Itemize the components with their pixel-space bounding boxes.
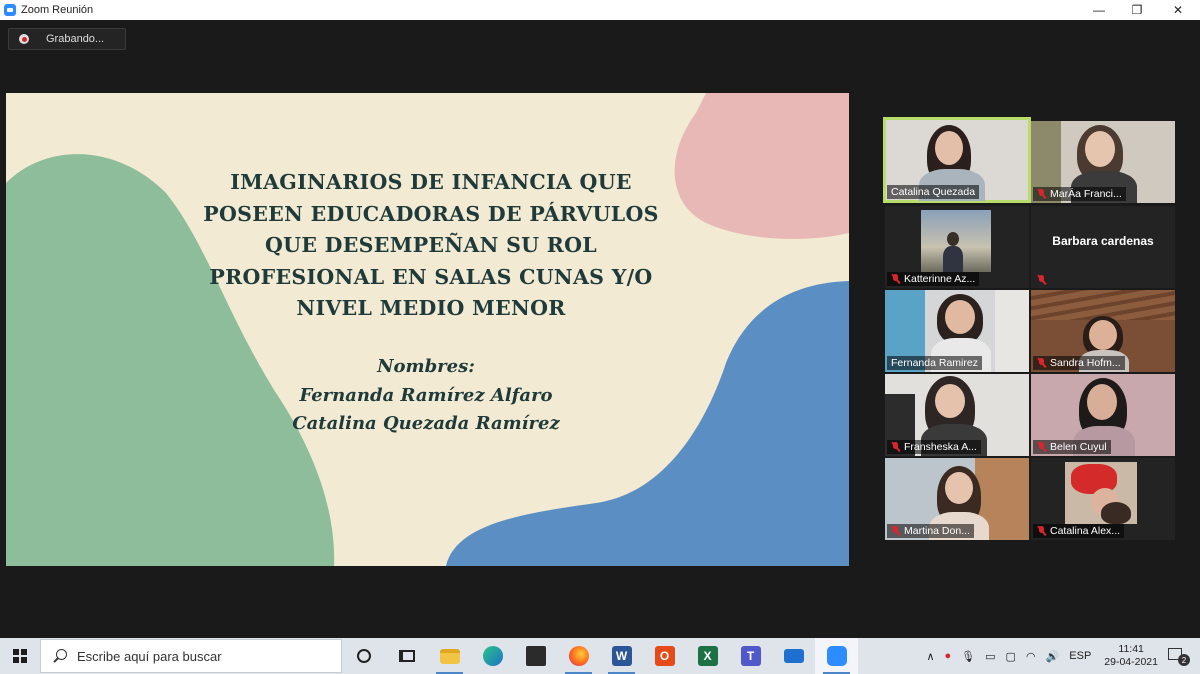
clock[interactable]: 11:41 29-04-2021: [1104, 643, 1158, 669]
participant-tile[interactable]: Sandra Hofm...: [1031, 290, 1175, 372]
clock-date: 29-04-2021: [1104, 656, 1158, 668]
window-titlebar: Zoom Reunión — ❐ ✕: [0, 0, 1200, 20]
muted-mic-icon: [891, 526, 900, 536]
participant-tile[interactable]: Fernanda Ramirez: [885, 290, 1029, 372]
store-icon: [525, 646, 546, 666]
start-button[interactable]: [0, 638, 40, 674]
mail-button[interactable]: [772, 638, 815, 674]
office-icon: O: [654, 646, 675, 666]
maximize-button[interactable]: ❐: [1119, 0, 1155, 20]
close-button[interactable]: ✕: [1160, 0, 1196, 20]
search-placeholder: Escribe aquí para buscar: [77, 648, 222, 664]
participant-tile[interactable]: Catalina Alex...: [1031, 458, 1175, 540]
file-explorer-button[interactable]: [428, 638, 471, 674]
windows-taskbar: Escribe aquí para buscar W O X T ∧ ● 🎙 ▭…: [0, 638, 1200, 674]
teams-button[interactable]: T: [729, 638, 772, 674]
slide-decoration: [6, 93, 849, 566]
clock-time: 11:41: [1118, 643, 1144, 655]
muted-mic-icon: [1037, 189, 1046, 199]
task-view-button[interactable]: [385, 638, 428, 674]
participant-name-display: Barbara cardenas: [1052, 234, 1154, 248]
participant-name: Catalina Alex...: [1033, 524, 1125, 538]
slide-title-line: IMAGINARIOS DE INFANCIA QUE: [230, 170, 632, 194]
windows-logo-icon: [13, 649, 27, 663]
muted-mic-icon: [1037, 358, 1046, 368]
muted-mic-icon: [1037, 442, 1046, 452]
slide-names: Nombres: Fernanda Ramírez Alfaro Catalin…: [236, 353, 616, 439]
participant-tile[interactable]: Belen Cuyul: [1031, 374, 1175, 456]
participant-tile[interactable]: Fransheska A...: [885, 374, 1029, 456]
participant-mute-status: [1033, 274, 1054, 286]
language-indicator[interactable]: ESP: [1069, 650, 1091, 662]
participant-name: Belen Cuyul: [1033, 440, 1111, 454]
slide-title-line: PROFESIONAL EN SALAS CUNAS Y/O: [209, 264, 653, 289]
participant-tile[interactable]: Martina Don...: [885, 458, 1029, 540]
participant-tile[interactable]: Katterinne Az...: [885, 206, 1029, 288]
display-icon[interactable]: ▢: [1006, 650, 1016, 663]
muted-mic-icon: [891, 442, 900, 452]
wifi-icon[interactable]: ◠: [1026, 650, 1036, 663]
participant-name: MarÁa Franci...: [1033, 187, 1126, 201]
participant-name: Katterinne Az...: [887, 272, 980, 286]
zoom-app-icon: [4, 4, 16, 16]
firefox-button[interactable]: [557, 638, 600, 674]
mail-icon: [783, 649, 804, 663]
excel-icon: X: [697, 646, 718, 666]
system-tray: ∧ ● 🎙 ▭ ▢ ◠ 🔊 ESP 11:41 29-04-2021 2: [921, 638, 1200, 674]
search-icon: [53, 649, 67, 663]
shared-slide: IMAGINARIOS DE INFANCIA QUE POSEEN EDUCA…: [6, 93, 849, 566]
edge-icon: [482, 646, 503, 666]
store-button[interactable]: [514, 638, 557, 674]
file-explorer-icon: [439, 648, 460, 664]
meeting-area: Grabando... IMAGINARIOS DE INFANCIA QUE …: [0, 20, 1200, 638]
cortana-icon: [356, 649, 371, 663]
zoom-icon: [826, 646, 847, 666]
author-name: Catalina Quezada Ramírez: [292, 413, 560, 434]
taskbar-search-box[interactable]: Escribe aquí para buscar: [40, 639, 342, 673]
task-view-icon: [398, 650, 415, 662]
word-button[interactable]: W: [600, 638, 643, 674]
participant-tile[interactable]: Barbara cardenas: [1031, 206, 1175, 288]
recording-label: Grabando...: [46, 33, 105, 45]
antivirus-icon[interactable]: ●: [945, 650, 952, 662]
teams-icon: T: [740, 646, 761, 666]
participant-name: Fernanda Ramirez: [887, 356, 982, 370]
word-icon: W: [611, 646, 632, 666]
author-name: Fernanda Ramírez Alfaro: [299, 384, 553, 406]
record-icon: [19, 34, 29, 44]
zoom-taskbar-button[interactable]: [815, 638, 858, 674]
minimize-button[interactable]: —: [1081, 0, 1117, 20]
slide-title: IMAGINARIOS DE INFANCIA QUE POSEEN EDUCA…: [186, 167, 676, 325]
participant-tile[interactable]: MarÁa Franci...: [1031, 121, 1175, 203]
office-button[interactable]: O: [643, 638, 686, 674]
slide-title-line: POSEEN EDUCADORAS DE PÁRVULOS: [203, 201, 659, 226]
participant-tile[interactable]: Catalina Quezada: [883, 117, 1031, 203]
cortana-button[interactable]: [342, 638, 385, 674]
participant-name: Martina Don...: [887, 524, 974, 538]
notification-count: 2: [1178, 654, 1190, 666]
muted-mic-icon: [1037, 275, 1046, 285]
chevron-up-icon[interactable]: ∧: [926, 650, 934, 663]
firefox-icon: [568, 646, 589, 666]
notifications-button[interactable]: 2: [1168, 646, 1194, 666]
participant-name: Fransheska A...: [887, 440, 981, 454]
muted-mic-icon: [891, 274, 900, 284]
muted-mic-icon: [1037, 526, 1046, 536]
pink-blob: [674, 93, 849, 239]
slide-title-line: NIVEL MEDIO MENOR: [296, 296, 566, 320]
edge-button[interactable]: [471, 638, 514, 674]
names-label: Nombres:: [377, 356, 475, 377]
excel-button[interactable]: X: [686, 638, 729, 674]
microphone-icon[interactable]: 🎙: [961, 650, 975, 663]
volume-icon[interactable]: 🔊: [1046, 650, 1060, 663]
recording-indicator[interactable]: Grabando...: [8, 28, 126, 50]
battery-icon[interactable]: ▭: [985, 650, 995, 663]
participant-name: Catalina Quezada: [887, 185, 980, 199]
participant-name: Sandra Hofm...: [1033, 356, 1125, 370]
slide-title-line: QUE DESEMPEÑAN SU ROL: [264, 233, 597, 257]
window-title: Zoom Reunión: [21, 4, 94, 16]
